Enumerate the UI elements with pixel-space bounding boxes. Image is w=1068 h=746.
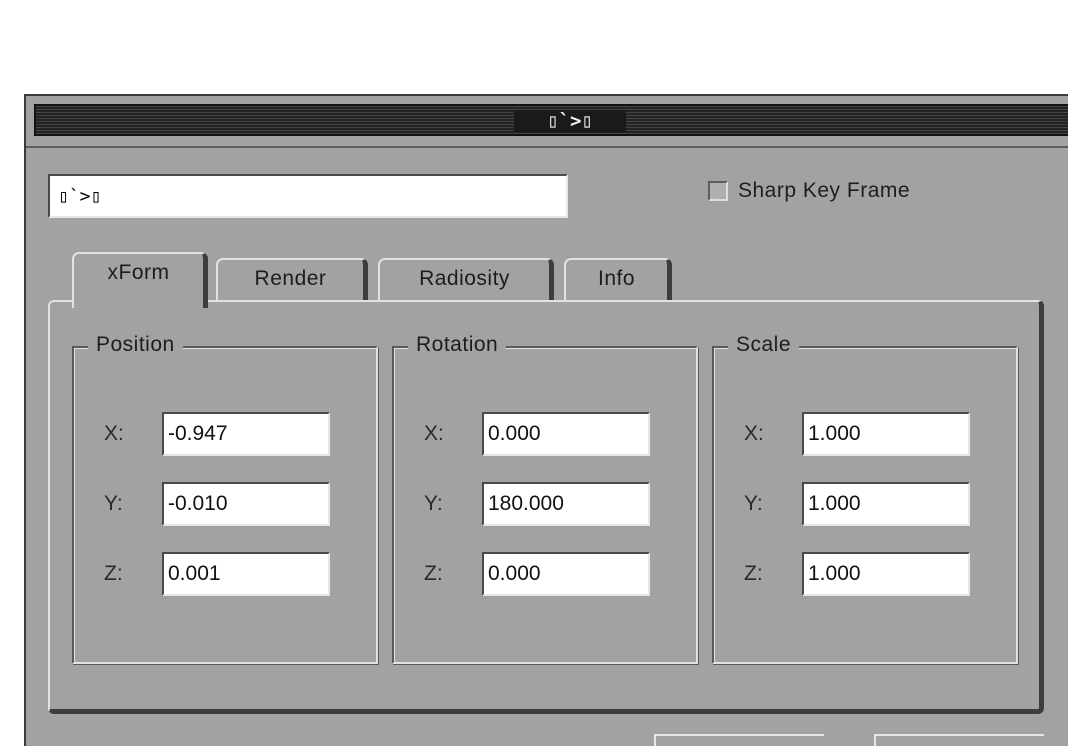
position-y-input[interactable] bbox=[162, 482, 330, 526]
dialog-button-right[interactable] bbox=[874, 734, 1044, 746]
scale-group: Scale X: Y: Z: bbox=[712, 332, 1018, 664]
position-y-label: Y: bbox=[104, 492, 123, 515]
rotation-group: Rotation X: Y: Z: bbox=[392, 332, 698, 664]
rotation-x-input[interactable] bbox=[482, 412, 650, 456]
sharp-key-frame-checkbox[interactable] bbox=[708, 181, 728, 201]
sharp-key-frame-option[interactable]: Sharp Key Frame bbox=[708, 176, 910, 206]
position-group: Position X: Y: Z: bbox=[72, 332, 378, 664]
rotation-z-label: Z: bbox=[424, 562, 443, 585]
scale-z-row: Z: bbox=[744, 552, 970, 596]
tab-render[interactable]: Render bbox=[216, 258, 368, 302]
object-name-input[interactable] bbox=[48, 174, 568, 218]
tab-info[interactable]: Info bbox=[564, 258, 672, 302]
rotation-x-label: X: bbox=[424, 422, 444, 445]
scale-y-label: Y: bbox=[744, 492, 763, 515]
xform-tab-panel: Position X: Y: Z: Rotation X: Y: bbox=[48, 300, 1044, 714]
position-y-row: Y: bbox=[104, 482, 330, 526]
scale-y-row: Y: bbox=[744, 482, 970, 526]
position-x-input[interactable] bbox=[162, 412, 330, 456]
rotation-z-row: Z: bbox=[424, 552, 650, 596]
position-group-title: Position bbox=[88, 332, 183, 358]
rotation-y-input[interactable] bbox=[482, 482, 650, 526]
rotation-x-row: X: bbox=[424, 412, 650, 456]
title-bar-stripes: ▯`>▯ bbox=[34, 104, 1068, 136]
scale-group-title: Scale bbox=[728, 332, 800, 358]
rotation-y-row: Y: bbox=[424, 482, 650, 526]
scale-x-input[interactable] bbox=[802, 412, 970, 456]
rotation-z-input[interactable] bbox=[482, 552, 650, 596]
tab-radiosity[interactable]: Radiosity bbox=[378, 258, 554, 302]
rotation-y-label: Y: bbox=[424, 492, 443, 515]
position-z-row: Z: bbox=[104, 552, 330, 596]
title-bar[interactable]: ▯`>▯ bbox=[26, 96, 1068, 148]
position-x-row: X: bbox=[104, 412, 330, 456]
scale-z-input[interactable] bbox=[802, 552, 970, 596]
scale-y-input[interactable] bbox=[802, 482, 970, 526]
position-x-label: X: bbox=[104, 422, 124, 445]
sharp-key-frame-label[interactable]: Sharp Key Frame bbox=[738, 179, 910, 203]
position-z-input[interactable] bbox=[162, 552, 330, 596]
dialog-button-left[interactable] bbox=[654, 734, 824, 746]
scale-x-row: X: bbox=[744, 412, 970, 456]
rotation-group-title: Rotation bbox=[408, 332, 507, 358]
tab-xform[interactable]: xForm bbox=[72, 252, 208, 308]
scale-x-label: X: bbox=[744, 422, 764, 445]
window-title: ▯`>▯ bbox=[514, 110, 626, 132]
scale-z-label: Z: bbox=[744, 562, 763, 585]
xform-dialog: ▯`>▯ Sharp Key Frame xForm Render Radios… bbox=[24, 94, 1068, 746]
position-z-label: Z: bbox=[104, 562, 123, 585]
